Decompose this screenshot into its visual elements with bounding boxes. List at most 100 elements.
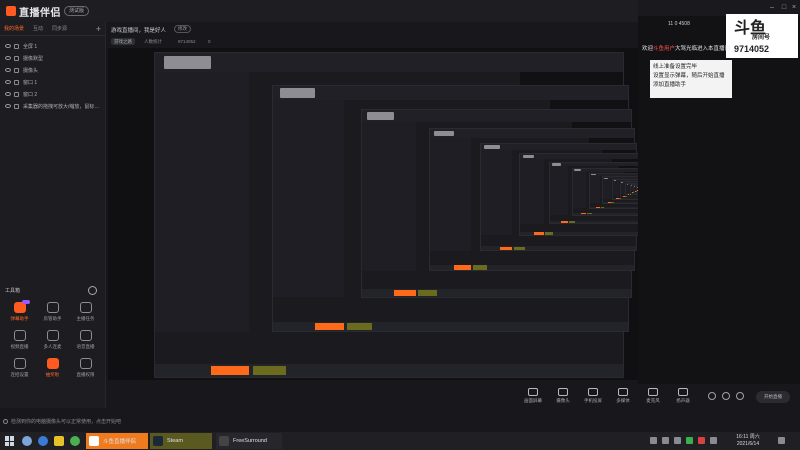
camera-notice[interactable]: 检测到你的电脑摄像头可以正常使用，点击开始吧 bbox=[3, 418, 121, 425]
settings-icon[interactable] bbox=[722, 392, 730, 400]
browser-icon[interactable] bbox=[38, 436, 48, 446]
taskbar-clock[interactable]: 16:11 周六 2021/6/14 bbox=[726, 434, 770, 448]
chat-prefix: 欢迎 bbox=[642, 46, 654, 52]
control-label: 扬声器 bbox=[676, 398, 690, 403]
edit-title-button[interactable]: 修改 bbox=[174, 25, 191, 33]
beta-badge[interactable]: 测试版 bbox=[64, 6, 90, 16]
category-tag[interactable]: 游戏之路 bbox=[111, 38, 135, 45]
nested-bar bbox=[580, 213, 587, 215]
eye-icon[interactable] bbox=[5, 104, 11, 108]
nvidia-icon[interactable] bbox=[686, 437, 693, 444]
nested-logo bbox=[603, 177, 608, 179]
speaker-button[interactable]: 扬声器 bbox=[668, 388, 698, 404]
like-count: 0 bbox=[208, 39, 211, 44]
maximize-icon[interactable]: □ bbox=[780, 4, 788, 12]
nested-bar bbox=[315, 322, 344, 331]
nested-logo bbox=[552, 163, 561, 166]
volume-icon[interactable] bbox=[674, 437, 681, 444]
eye-icon[interactable] bbox=[5, 56, 11, 60]
record-icon[interactable] bbox=[698, 437, 705, 444]
control-label: 画面屏幕 bbox=[524, 398, 542, 403]
douyu-room-card: 斗鱼 房间号 9714052 bbox=[726, 14, 798, 58]
microphone-button[interactable]: 麦克风 bbox=[638, 388, 668, 404]
control-label: 麦克风 bbox=[646, 398, 660, 403]
control-bar: 画面屏幕 摄像头 手机投屏 多媒体 麦克风 扬声器 开始直播 bbox=[108, 384, 800, 410]
eye-icon[interactable] bbox=[5, 80, 11, 84]
eye-icon[interactable] bbox=[5, 44, 11, 48]
tool-video-live[interactable]: 视频直播 bbox=[3, 330, 36, 350]
list-item[interactable]: 采集器的拖拽可放大/缩放，鼠标… bbox=[0, 100, 105, 112]
camera-button[interactable]: 摄像头 bbox=[548, 388, 578, 404]
toolbox-grid: 弹幕助手 房管助手 主播任务 视频直播 多人连麦 语音直播 连招设置 抽奖啦 直… bbox=[3, 300, 103, 378]
room-stats: 11 0 4508 bbox=[668, 21, 690, 27]
room-number: 9714052 bbox=[178, 39, 196, 44]
chat-text: 大驾光临进入本直播间 bbox=[675, 46, 731, 52]
speaker-icon bbox=[678, 388, 688, 396]
list-item[interactable]: 摄像头 bbox=[0, 64, 105, 76]
minimize-icon[interactable]: – bbox=[768, 4, 776, 12]
tab-interact[interactable]: 互动 bbox=[33, 25, 43, 32]
windows-taskbar: 斗鱼直播伴侣 Steam FreeSurround 16:11 周六 2021/… bbox=[0, 432, 800, 450]
info-icon bbox=[3, 419, 8, 425]
monitor-icon bbox=[528, 388, 538, 396]
tool-lottery[interactable]: 抽奖啦 bbox=[36, 358, 69, 378]
list-item[interactable]: 窗口 2 bbox=[0, 88, 105, 100]
taskbar-app-freesurround[interactable]: FreeSurround bbox=[216, 433, 282, 449]
tool-label: 连招设置 bbox=[10, 372, 29, 377]
start-live-button[interactable]: 开始直播 bbox=[756, 391, 790, 403]
nested-bar bbox=[454, 265, 471, 270]
room-number-value: 9714052 bbox=[734, 44, 770, 54]
tool-permission[interactable]: 直播权限 bbox=[69, 358, 102, 378]
eye-icon[interactable] bbox=[5, 68, 11, 72]
tool-label: 弹幕助手 bbox=[10, 316, 29, 321]
nested-logo bbox=[367, 112, 395, 120]
refresh-icon[interactable] bbox=[708, 392, 716, 400]
live-preview[interactable] bbox=[108, 48, 638, 380]
nested-bar2 bbox=[513, 246, 525, 250]
taskbar-app-label: Steam bbox=[167, 438, 183, 444]
tab-my-scenes[interactable]: 我的场景 bbox=[4, 25, 24, 32]
tray-up-icon[interactable] bbox=[650, 437, 657, 444]
tab-sync-source[interactable]: 同步源 bbox=[52, 25, 67, 32]
tool-combo[interactable]: 连招设置 bbox=[3, 358, 36, 378]
left-panel: 我的场景 互动 同步源 + 全屏 1 摄像默型 摄像头 窗口 1 窗口 2 采集… bbox=[0, 22, 106, 408]
taskbar-app-steam[interactable]: Steam bbox=[150, 433, 212, 449]
nested-bar2 bbox=[600, 206, 605, 208]
search-icon[interactable] bbox=[22, 436, 32, 446]
tool-danmu[interactable]: 弹幕助手 bbox=[3, 300, 36, 322]
nested-bar bbox=[534, 232, 544, 235]
eye-icon[interactable] bbox=[5, 92, 11, 96]
list-item[interactable]: 窗口 1 bbox=[0, 76, 105, 88]
nested-bar bbox=[211, 365, 249, 376]
nested-left bbox=[155, 72, 249, 332]
stream-title: 游戏直播间，我是好人 bbox=[111, 28, 167, 34]
clock-icon[interactable] bbox=[88, 286, 97, 295]
windows-start-icon[interactable] bbox=[5, 436, 15, 446]
tool-tasks[interactable]: 主播任务 bbox=[69, 302, 102, 322]
scene-label: 摄像头 bbox=[23, 67, 39, 74]
screen-capture-button[interactable]: 画面屏幕 bbox=[518, 388, 548, 404]
tool-room-admin[interactable]: 房管助手 bbox=[36, 302, 69, 322]
nested-title bbox=[361, 110, 632, 122]
taskbar-app-douyu[interactable]: 斗鱼直播伴侣 bbox=[86, 433, 148, 449]
folder-icon[interactable] bbox=[54, 436, 64, 446]
scene-tabs: 我的场景 互动 同步源 + bbox=[0, 22, 105, 36]
clock-date: 2021/6/14 bbox=[736, 441, 760, 447]
phone-cast-button[interactable]: 手机投屏 bbox=[578, 388, 608, 404]
ime-icon[interactable] bbox=[710, 437, 717, 444]
nested-bar bbox=[499, 246, 513, 250]
tool-label: 直播权限 bbox=[76, 372, 95, 377]
close-icon[interactable]: × bbox=[790, 4, 798, 12]
add-scene-button[interactable]: + bbox=[96, 24, 101, 34]
chrome-icon[interactable] bbox=[70, 436, 80, 446]
tool-multi-mic[interactable]: 多人连麦 bbox=[36, 330, 69, 350]
network-icon[interactable] bbox=[662, 437, 669, 444]
list-item[interactable]: 全屏 1 bbox=[0, 40, 105, 52]
phone-icon bbox=[588, 388, 598, 396]
notification-icon[interactable] bbox=[778, 437, 785, 444]
tool-voice-live[interactable]: 语音直播 bbox=[69, 330, 102, 350]
nested-left bbox=[590, 175, 601, 204]
media-button[interactable]: 多媒体 bbox=[608, 388, 638, 404]
list-item[interactable]: 摄像默型 bbox=[0, 52, 105, 64]
gear-icon[interactable] bbox=[736, 392, 744, 400]
